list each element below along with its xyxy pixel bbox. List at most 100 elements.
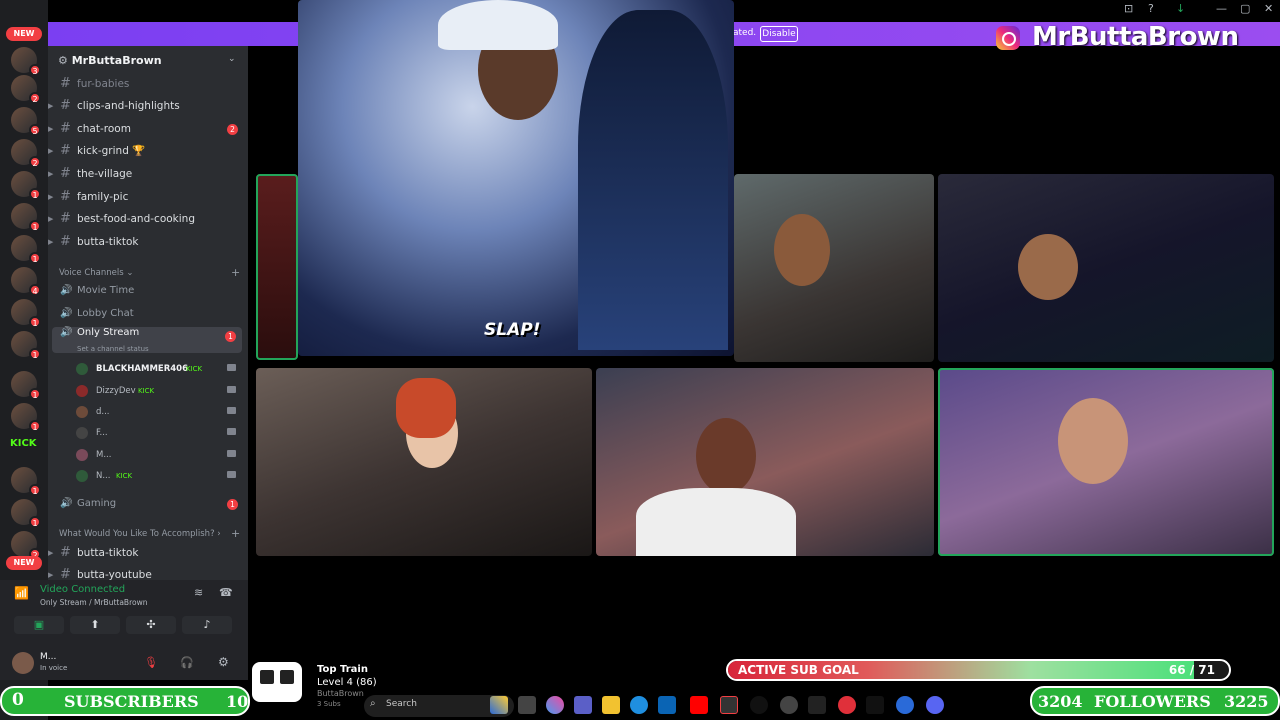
voice-user[interactable]: DizzyDev KICK [76,382,244,400]
subscribers-goal: 10 [226,692,249,711]
video-tile[interactable] [256,368,592,556]
voice-status-subtitle[interactable]: Only Stream / MrButtaBrown [40,598,147,607]
category-accomplish[interactable]: What Would You Like To Accomplish? › + [59,527,240,540]
category-voice-channels[interactable]: Voice Channels ⌄ + [59,266,240,279]
camera-button[interactable]: ▣ [14,616,64,634]
camera-icon [227,471,236,478]
terminal-icon[interactable] [720,696,738,714]
voice-channel-item[interactable]: 🔊 Gaming 1 [48,494,248,514]
disconnect-icon[interactable]: ☎ [219,586,233,599]
chevron-down-icon[interactable]: ⌄ [228,54,236,64]
channel-item[interactable]: ▶ # butta-tiktok [48,543,248,563]
video-tile[interactable] [938,174,1274,362]
mute-icon[interactable]: 🎙 [144,656,158,669]
taskbar-app-icon[interactable] [574,696,592,714]
server-icon[interactable]: 2 [11,75,41,104]
taskbar-app-icon[interactable] [780,696,798,714]
minimize-icon[interactable]: — [1216,2,1227,15]
train-icon [252,662,302,702]
add-channel-icon[interactable]: + [231,266,240,279]
server-icon[interactable]: 1 [11,235,41,264]
server-icon[interactable]: 5 [11,107,41,136]
signal-icon[interactable]: 📶 [14,586,29,600]
channel-status[interactable]: Set a channel status [77,339,149,359]
server-icon[interactable]: 2 [11,531,41,560]
taskbar-app-icon[interactable] [658,696,676,714]
server-icon[interactable]: 3 [11,47,41,76]
server-icon[interactable]: 1 [11,499,41,528]
gear-icon[interactable]: ⚙ [218,655,229,669]
activities-button[interactable]: ✣ [126,616,176,634]
mention-badge: 1 [227,499,238,510]
add-channel-icon[interactable]: + [231,527,240,540]
server-icon[interactable]: 1 [11,403,41,432]
voice-user[interactable]: d... [76,403,244,421]
participant-hair [396,378,456,438]
voice-user[interactable]: M... [76,446,244,464]
server-icon[interactable]: 1 [11,203,41,232]
voice-user[interactable]: F... [76,424,244,442]
maximize-icon[interactable]: ▢ [1240,2,1250,15]
video-tile[interactable] [256,174,298,360]
server-name[interactable]: ⚙ MrButtaBrown [58,54,162,67]
help-icon[interactable]: ? [1148,2,1154,15]
video-subject [438,0,558,50]
voice-user[interactable]: BLACKHAMMER406 KICK [76,360,244,378]
download-icon[interactable]: ↓ [1176,2,1185,15]
avatar[interactable] [12,652,34,674]
channel-item[interactable]: # fur-babies [48,74,248,94]
video-tile[interactable] [734,174,934,362]
soundboard-button[interactable]: ♪ [182,616,232,634]
channel-item[interactable]: ▶ # clips-and-highlights [48,96,248,116]
kick-server-icon[interactable]: KICK [10,438,37,449]
server-icon[interactable]: 1 [11,467,41,496]
avatar [76,385,88,397]
server-icon[interactable]: 1 [11,299,41,328]
server-icon[interactable]: 2 [11,139,41,168]
channel-item[interactable]: ▶ # chat-room 2 [48,119,248,139]
voice-channel-item[interactable]: 🔊 Movie Time [48,281,248,301]
close-icon[interactable]: ✕ [1264,2,1273,15]
server-icon[interactable]: 4 [11,267,41,296]
channel-item[interactable]: ▶ # the-village [48,164,248,184]
taskbar-app-icon[interactable] [838,696,856,714]
noise-suppression-icon[interactable]: ≋ [194,586,203,599]
screen-share-button[interactable]: ⬆ [70,616,120,634]
camera-icon [227,386,236,393]
server-icon[interactable]: 1 [11,371,41,400]
channel-item[interactable]: ▶ # family-pic [48,187,248,207]
tiktok-icon[interactable] [750,696,768,714]
chevron-right-icon: ▶ [48,170,54,178]
server-icon[interactable]: 1 [11,331,41,360]
capcut-icon[interactable] [866,696,884,714]
voice-user[interactable]: N... KICK [76,467,244,485]
taskbar-app-icon[interactable] [630,696,648,714]
inbox-icon[interactable]: ⊡ [1124,2,1133,15]
participant-face [696,418,756,494]
taskbar-app-icon[interactable] [518,696,536,714]
youtube-icon[interactable] [690,696,708,714]
channel-item[interactable]: ▶ # kick-grind 🏆 [48,141,248,161]
disable-button[interactable]: Disable [760,26,798,42]
camera-icon [227,450,236,457]
taskbar-app-icon[interactable] [808,696,826,714]
participant-shirt [636,488,796,556]
taskbar-app-icon[interactable] [546,696,564,714]
channel-item[interactable]: ▶ # best-food-and-cooking [48,209,248,229]
instagram-icon [996,26,1020,50]
server-icon[interactable]: 1 [11,171,41,200]
headphones-icon[interactable]: 🎧 [180,656,194,669]
voice-channel-active[interactable]: 🔊 Only Stream Set a channel status 1 [52,327,242,353]
streamer-handle: MrButtaBrown [1032,22,1239,52]
video-tile[interactable] [596,368,934,556]
video-clip-tile[interactable]: SLAP! [298,0,734,356]
discord-icon[interactable] [926,696,944,714]
taskbar: ⌕ Search [330,692,1000,720]
channel-item[interactable]: ▶ # butta-tiktok [48,232,248,252]
taskbar-app-icon[interactable] [602,696,620,714]
video-tile[interactable] [938,368,1274,556]
voice-channel-item[interactable]: 🔊 Lobby Chat [48,304,248,324]
new-badge: NEW [6,27,42,41]
taskbar-app-icon[interactable] [896,696,914,714]
taskbar-app-icon[interactable] [490,696,508,714]
